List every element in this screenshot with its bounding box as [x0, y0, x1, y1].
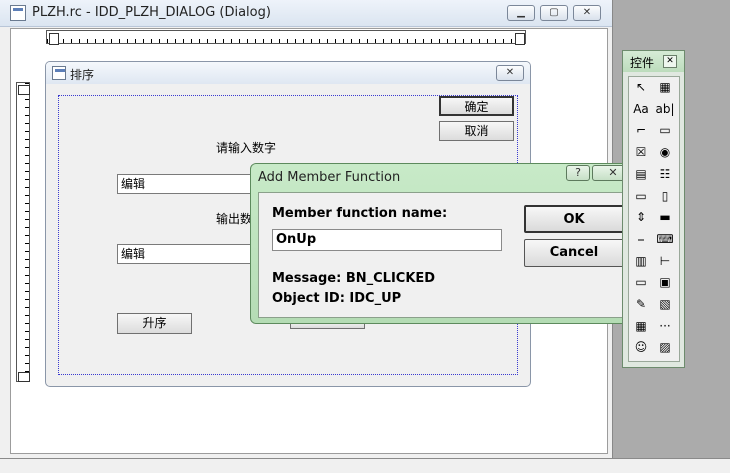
- editor-title-bar: PLZH.rc - IDD_PLZH_DIALOG (Dialog) ▁ ▢ ✕: [0, 0, 612, 27]
- vertical-ruler: [16, 82, 30, 382]
- member-function-name-label: Member function name:: [272, 206, 448, 221]
- sort-dialog-close-button[interactable]: ✕: [496, 65, 524, 81]
- h-scrollbar-tool-icon[interactable]: ▭: [630, 187, 652, 206]
- help-icon: ?: [575, 166, 581, 179]
- ok-button[interactable]: 确定: [439, 96, 514, 116]
- amf-ok-button[interactable]: OK: [524, 205, 624, 233]
- input-edit-box[interactable]: 编辑: [117, 174, 255, 194]
- rc-file-icon: [10, 5, 26, 21]
- toolbox-title: 控件: [630, 56, 655, 70]
- ruler-left-marker[interactable]: [49, 33, 59, 45]
- dialog-icon: [52, 66, 66, 80]
- edit-box-tool-icon[interactable]: ab|: [654, 100, 676, 119]
- member-function-name-input[interactable]: OnUp: [272, 229, 502, 251]
- sort-ascending-button[interactable]: 升序: [117, 313, 192, 334]
- add-member-function-title: Add Member Function: [258, 170, 401, 185]
- radio-button-tool-icon[interactable]: ◉: [654, 143, 676, 162]
- horizontal-ruler: [46, 30, 526, 44]
- combo-box-tool-icon[interactable]: ▤: [630, 165, 652, 184]
- ruler-top-marker[interactable]: [18, 85, 30, 95]
- amf-cancel-button[interactable]: Cancel: [524, 239, 624, 267]
- button-tool-icon[interactable]: ▭: [654, 121, 676, 140]
- spin-tool-icon[interactable]: ⇕: [630, 208, 652, 227]
- list-control-tool-icon[interactable]: ▥: [630, 252, 652, 271]
- extended-combo-tool-icon[interactable]: ▨: [654, 338, 676, 357]
- output-label: 输出数: [216, 212, 253, 226]
- help-button[interactable]: ?: [566, 165, 590, 181]
- progress-tool-icon[interactable]: ▬: [654, 208, 676, 227]
- pointer-tool-icon[interactable]: ↖: [630, 78, 652, 97]
- check-box-tool-icon[interactable]: ☒: [630, 143, 652, 162]
- tree-control-tool-icon[interactable]: ⊢: [654, 252, 676, 271]
- date-time-tool-icon[interactable]: ▧: [654, 295, 676, 314]
- close-icon: ✕: [505, 67, 515, 78]
- maximize-icon: ▢: [549, 7, 559, 18]
- static-text-tool-icon[interactable]: Aa: [630, 100, 652, 119]
- hotkey-tool-icon[interactable]: ⌨: [654, 230, 676, 249]
- close-icon: ✕: [608, 166, 618, 179]
- close-icon: ✕: [666, 56, 674, 66]
- ruler-right-marker[interactable]: [515, 33, 525, 45]
- editor-title: PLZH.rc - IDD_PLZH_DIALOG (Dialog): [32, 5, 271, 20]
- close-icon: ✕: [582, 7, 592, 18]
- toolbox-close-button[interactable]: ✕: [663, 55, 677, 68]
- close-button[interactable]: ✕: [573, 5, 601, 21]
- minimize-icon: ▁: [517, 7, 525, 18]
- object-id-info: Object ID: IDC_UP: [272, 291, 402, 306]
- prompt-label: 请输入数字: [216, 141, 277, 155]
- v-scrollbar-tool-icon[interactable]: ▯: [654, 187, 676, 206]
- message-info: Message: BN_CLICKED: [272, 271, 436, 286]
- group-box-tool-icon[interactable]: ⌐: [630, 121, 652, 140]
- picture-tool-icon[interactable]: ▦: [654, 78, 676, 97]
- status-strip: [0, 458, 730, 473]
- sort-dialog-title: 排序: [70, 68, 95, 82]
- tab-control-tool-icon[interactable]: ▭: [630, 273, 652, 292]
- minimize-button[interactable]: ▁: [507, 5, 535, 21]
- sort-dialog-title-bar: 排序 ✕: [46, 62, 530, 84]
- slider-tool-icon[interactable]: ⎯: [630, 230, 652, 249]
- cancel-button[interactable]: 取消: [439, 121, 514, 141]
- animate-tool-icon[interactable]: ▣: [654, 273, 676, 292]
- ip-address-tool-icon[interactable]: ···: [654, 317, 676, 336]
- output-edit-box[interactable]: 编辑: [117, 244, 255, 264]
- maximize-button[interactable]: ▢: [540, 5, 568, 21]
- list-box-tool-icon[interactable]: ☷: [654, 165, 676, 184]
- rich-edit-tool-icon[interactable]: ✎: [630, 295, 652, 314]
- custom-control-tool-icon[interactable]: ☺: [630, 338, 652, 357]
- ruler-bottom-marker[interactable]: [18, 372, 30, 382]
- month-calendar-tool-icon[interactable]: ▦: [630, 317, 652, 336]
